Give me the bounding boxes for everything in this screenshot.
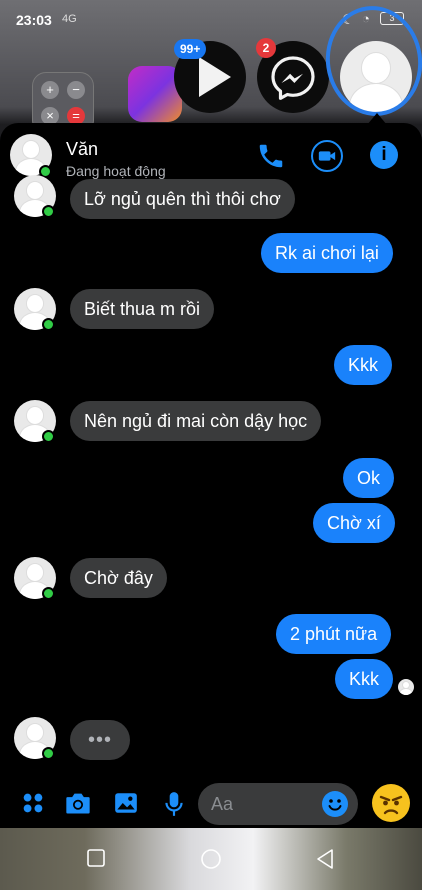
microphone-icon xyxy=(165,792,183,816)
camera-icon xyxy=(66,793,90,814)
triangle-back-icon xyxy=(317,849,333,869)
message-input-placeholder: Aa xyxy=(211,794,234,814)
message-bubble-received[interactable]: Biết thua m rồi xyxy=(70,289,215,329)
message-bubble-sent[interactable]: Ok xyxy=(343,458,395,498)
recents-button[interactable] xyxy=(86,848,108,870)
phone-icon xyxy=(259,144,283,168)
message-bubble-sent[interactable]: Rk ai chơi lại xyxy=(261,233,393,273)
message-bubble-sent[interactable]: 2 phút nữa xyxy=(276,614,392,654)
grid-dots-icon xyxy=(23,793,43,813)
message-input[interactable]: Aa xyxy=(198,783,358,825)
voice-call-button[interactable] xyxy=(256,141,286,171)
message-bubble-sent[interactable]: Chờ xí xyxy=(313,503,395,543)
messenger-notification-badge: 2 xyxy=(256,38,276,58)
info-button[interactable]: i xyxy=(370,141,398,169)
message-composer: Aa xyxy=(0,778,422,828)
minus-key-icon: − xyxy=(67,81,85,99)
circle-icon xyxy=(201,849,221,869)
message-bubble-sent[interactable]: Kkk xyxy=(334,345,393,385)
video-camera-icon xyxy=(318,151,336,161)
video-call-button[interactable] xyxy=(311,140,343,172)
more-actions-button[interactable] xyxy=(20,790,48,818)
home-button[interactable] xyxy=(200,848,222,870)
image-icon xyxy=(115,793,137,813)
quick-reaction-button[interactable] xyxy=(372,784,410,822)
message-bubble-received[interactable]: Nên ngủ đi mai còn dậy học xyxy=(70,401,322,441)
chat-header: Văn Đang hoạt động i xyxy=(0,123,422,187)
message-bubble-received[interactable]: Lỡ ngủ quên thì thôi chơ xyxy=(70,179,295,219)
online-indicator xyxy=(42,205,55,218)
signal-icon: 4G xyxy=(62,13,77,25)
message-bubble-received[interactable]: Chờ đây xyxy=(70,558,167,598)
online-indicator xyxy=(42,430,55,443)
chat-panel: Văn Đang hoạt động i Lỡ ngủ quên thì thô… xyxy=(0,123,422,828)
seen-receipt-avatar xyxy=(398,679,414,695)
emoji-button[interactable] xyxy=(322,791,348,817)
smiley-icon xyxy=(328,799,342,811)
photo-button[interactable] xyxy=(113,790,141,818)
back-button[interactable] xyxy=(315,848,337,870)
status-time: 23:03 xyxy=(16,12,52,28)
plus-key-icon: + xyxy=(41,81,59,99)
online-indicator xyxy=(42,747,55,760)
info-icon: i xyxy=(381,144,387,165)
message-bubble-sent[interactable]: Kkk xyxy=(335,659,394,699)
angry-emoji-icon xyxy=(379,795,403,815)
online-indicator xyxy=(42,318,55,331)
online-indicator xyxy=(42,587,55,600)
navigation-bar xyxy=(0,828,422,890)
contact-name[interactable]: Văn xyxy=(66,139,98,160)
voice-message-button[interactable] xyxy=(161,790,189,818)
play-notification-badge: 99+ xyxy=(174,39,207,59)
typing-indicator: ••• xyxy=(70,720,130,760)
contact-status: Đang hoạt động xyxy=(66,163,166,179)
square-icon xyxy=(87,849,105,867)
camera-button[interactable] xyxy=(64,790,92,818)
